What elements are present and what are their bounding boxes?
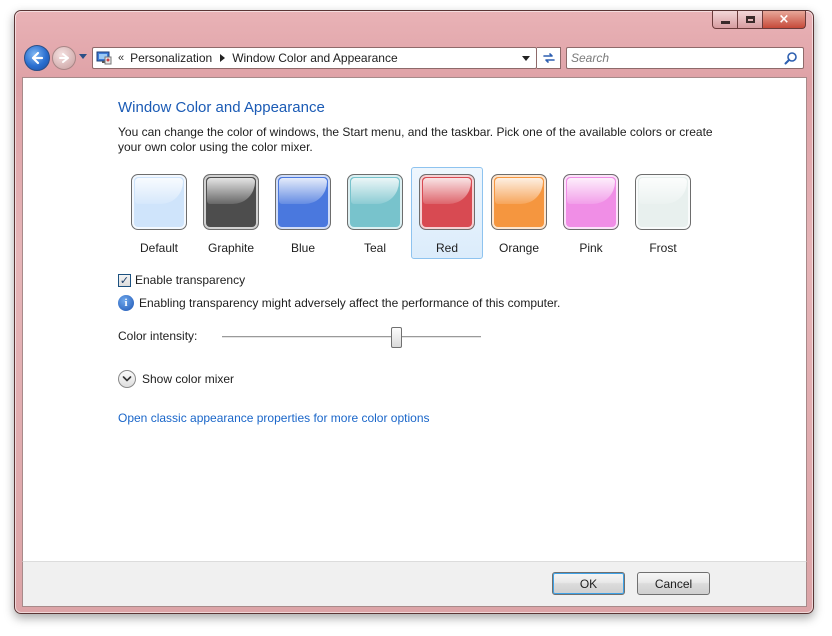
swatch-orange-tile[interactable] — [491, 174, 547, 230]
back-arrow-icon — [31, 51, 44, 65]
recent-pages-dropdown-icon[interactable] — [79, 54, 87, 59]
swatch-teal[interactable]: Teal — [339, 167, 411, 259]
swatch-graphite[interactable]: Graphite — [195, 167, 267, 259]
swatch-pink[interactable]: Pink — [555, 167, 627, 259]
transparency-checkbox[interactable]: ✓ — [118, 273, 131, 287]
refresh-button[interactable] — [537, 47, 561, 69]
swatch-orange[interactable]: Orange — [483, 167, 555, 259]
content-pane: Window Color and Appearance You can chan… — [22, 77, 807, 561]
swatch-label: Blue — [290, 241, 316, 255]
swatch-default-tile[interactable] — [131, 174, 187, 230]
swatch-red[interactable]: Red — [411, 167, 483, 259]
transparency-label[interactable]: Enable transparency — [135, 273, 245, 287]
refresh-icon — [542, 53, 555, 63]
swatch-label: Red — [435, 241, 458, 255]
breadcrumb-personalization[interactable]: Personalization — [130, 51, 212, 65]
color-intensity-track[interactable] — [222, 336, 481, 339]
swatch-frost[interactable]: Frost — [627, 167, 699, 259]
swatch-label: Teal — [363, 241, 386, 255]
swatch-label: Frost — [649, 241, 677, 255]
swatch-blue[interactable]: Blue — [267, 167, 339, 259]
classic-appearance-link[interactable]: Open classic appearance properties for m… — [118, 411, 430, 425]
color-swatch-list: Default Graphite Blue Teal Red Orange Pi… — [123, 167, 703, 259]
back-button[interactable] — [24, 45, 50, 71]
minimize-button[interactable] — [712, 11, 738, 29]
swatch-pink-tile[interactable] — [563, 174, 619, 230]
caption-buttons: × — [712, 11, 806, 29]
control-panel-icon — [96, 51, 112, 65]
breadcrumb-window-color[interactable]: Window Color and Appearance — [232, 51, 397, 65]
swatch-label: Orange — [498, 241, 540, 255]
swatch-blue-tile[interactable] — [275, 174, 331, 230]
cancel-button[interactable]: Cancel — [637, 572, 710, 595]
minimize-icon — [720, 21, 730, 24]
forward-button[interactable] — [52, 46, 76, 70]
color-intensity-label: Color intensity: — [118, 329, 198, 343]
chevron-down-icon[interactable] — [118, 370, 136, 388]
maximize-icon — [745, 16, 755, 23]
forward-arrow-icon — [59, 53, 69, 63]
breadcrumb-separator-icon[interactable] — [220, 54, 226, 62]
page-description: You can change the color of windows, the… — [118, 125, 713, 154]
close-icon: × — [778, 12, 790, 27]
swatch-red-tile[interactable] — [419, 174, 475, 230]
ok-button[interactable]: OK — [552, 572, 625, 595]
breadcrumb-overflow-icon[interactable]: « — [118, 52, 124, 64]
search-icon[interactable] — [784, 51, 798, 65]
address-dropdown-icon[interactable] — [522, 56, 530, 61]
swatch-teal-tile[interactable] — [347, 174, 403, 230]
transparency-info: i Enabling transparency might adversely … — [118, 295, 560, 311]
swatch-default[interactable]: Default — [123, 167, 195, 259]
swatch-label: Default — [139, 241, 179, 255]
page-title: Window Color and Appearance — [118, 99, 325, 116]
maximize-button[interactable] — [738, 11, 763, 29]
address-bar[interactable]: « Personalization Window Color and Appea… — [92, 47, 537, 69]
color-intensity-thumb[interactable] — [390, 327, 402, 348]
color-mixer-toggle[interactable]: Show color mixer — [118, 370, 234, 388]
close-button[interactable]: × — [763, 11, 806, 29]
swatch-frost-tile[interactable] — [635, 174, 691, 230]
info-icon: i — [118, 295, 134, 311]
swatch-graphite-tile[interactable] — [203, 174, 259, 230]
transparency-row[interactable]: ✓ Enable transparency — [118, 273, 245, 287]
color-mixer-label[interactable]: Show color mixer — [142, 372, 234, 386]
search-box[interactable] — [566, 47, 804, 69]
info-text: Enabling transparency might adversely af… — [139, 296, 561, 310]
button-bar: OK Cancel — [22, 561, 807, 607]
swatch-label: Graphite — [207, 241, 255, 255]
search-input[interactable] — [571, 50, 771, 66]
swatch-label: Pink — [579, 241, 603, 255]
